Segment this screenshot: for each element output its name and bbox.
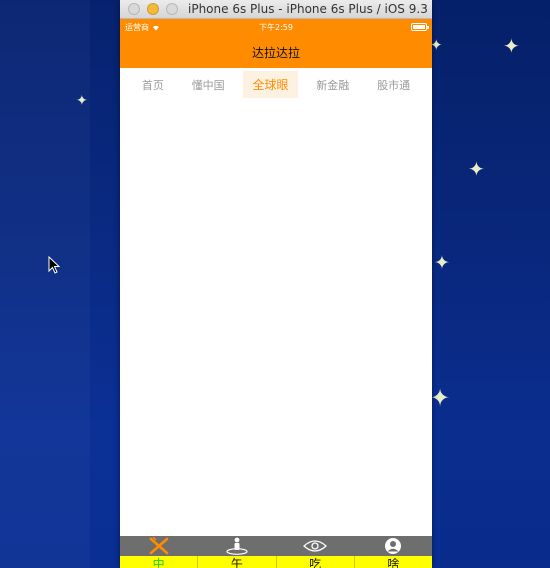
- tab-global[interactable]: 全球眼: [243, 71, 298, 98]
- mouse-cursor-icon: [48, 256, 60, 274]
- window-title: iPhone 6s Plus - iPhone 6s Plus / iOS 9.…: [188, 2, 428, 16]
- tab-stocks[interactable]: 股市通: [368, 72, 419, 98]
- content-area: [120, 101, 432, 536]
- person-location-icon: [226, 537, 248, 555]
- sparkle-icon: ✦: [76, 93, 88, 109]
- sparkle-icon: ✦: [503, 34, 520, 58]
- zoom-window-button[interactable]: [166, 3, 178, 15]
- wallpaper-band: [0, 0, 90, 568]
- tab-bar-item-1[interactable]: [120, 536, 198, 556]
- tab-bar-label-1[interactable]: 中: [120, 556, 197, 568]
- bottom-tab-bar: 中 午 吃 啥: [120, 536, 432, 568]
- window-title-bar[interactable]: iPhone 6s Plus - iPhone 6s Plus / iOS 9.…: [120, 0, 432, 19]
- tab-finance[interactable]: 新金融: [307, 72, 358, 98]
- simulator-window: iPhone 6s Plus - iPhone 6s Plus / iOS 9.…: [120, 0, 432, 568]
- ios-status-bar: 运营商 下午2:59: [120, 19, 432, 36]
- sparkle-icon: ✦: [434, 252, 450, 274]
- tab-bar-item-3[interactable]: [276, 536, 354, 556]
- close-window-button[interactable]: [128, 3, 140, 15]
- tab-china[interactable]: 懂中国: [183, 72, 234, 98]
- battery-icon: [411, 23, 429, 31]
- tab-bar-label-4[interactable]: 啥: [353, 556, 432, 568]
- nav-title: 达拉达拉: [251, 45, 300, 60]
- tab-bar-labels: 中 午 吃 啥: [120, 556, 432, 568]
- sparkle-icon: ✦: [468, 157, 485, 181]
- sparkle-icon: ✦: [430, 384, 451, 412]
- eye-icon: [303, 540, 327, 552]
- status-time: 下午2:59: [259, 23, 293, 32]
- tab-bar-item-4[interactable]: [354, 536, 432, 556]
- navigation-bar: 达拉达拉: [120, 36, 432, 68]
- minimize-window-button[interactable]: [147, 3, 159, 15]
- tab-bar-label-3[interactable]: 吃: [275, 556, 354, 568]
- tab-bar-icons: [120, 536, 432, 556]
- user-icon: [385, 538, 401, 554]
- top-tab-strip: 首页 懂中国 全球眼 新金融 股市通: [120, 68, 432, 101]
- tab-bar-label-2[interactable]: 午: [197, 556, 275, 568]
- fork-knife-icon: [149, 537, 169, 555]
- tab-bar-item-2[interactable]: [198, 536, 276, 556]
- traffic-lights: [128, 3, 178, 15]
- wallpaper-band: [440, 0, 550, 568]
- tab-home[interactable]: 首页: [133, 72, 173, 98]
